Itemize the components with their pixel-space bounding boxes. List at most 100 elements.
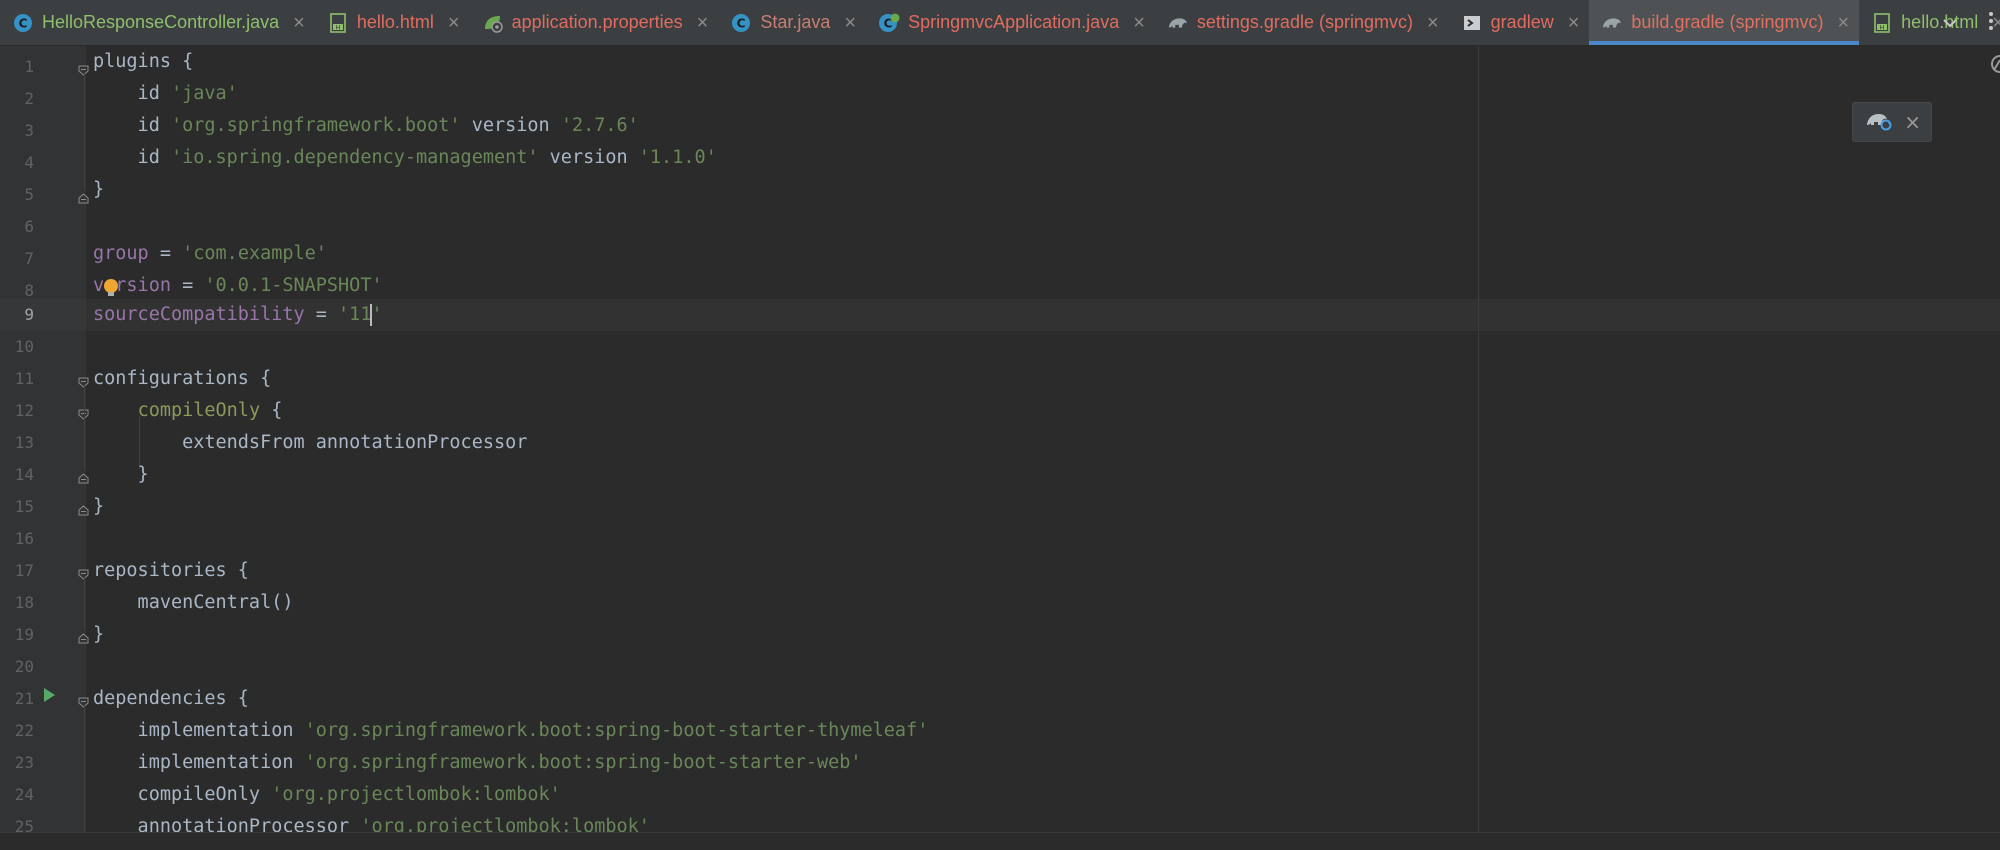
gradle-icon — [1601, 12, 1623, 34]
close-icon[interactable]: × — [1837, 13, 1849, 33]
indent-guide — [84, 384, 85, 469]
code-line: extendsFrom annotationProcessor — [93, 432, 528, 453]
line-number: 23 — [14, 753, 34, 772]
line-number: 7 — [24, 249, 34, 268]
indent-guide — [84, 576, 85, 629]
editor-tab-bar: C HelloResponseController.java × H hello… — [0, 0, 2000, 46]
tab-gradlew[interactable]: gradlew × — [1449, 0, 1590, 45]
tab-more-options[interactable] — [1982, 0, 2000, 45]
tab-label: application.properties — [511, 12, 683, 32]
line-number: 14 — [14, 465, 34, 484]
close-icon[interactable]: × — [1904, 112, 1921, 132]
close-icon[interactable]: × — [844, 13, 856, 33]
code-line: } — [93, 624, 105, 645]
code-line: id 'io.spring.dependency-management' ver… — [93, 147, 717, 168]
no-entry-icon[interactable] — [1988, 54, 2000, 78]
close-icon[interactable]: × — [448, 13, 460, 33]
line-number: 6 — [24, 217, 34, 236]
tab-label: build.gradle (springmvc) — [1631, 12, 1824, 32]
tab-build-gradle[interactable]: build.gradle (springmvc) × — [1589, 0, 1860, 45]
spring-boot-class-icon: C — [878, 12, 900, 34]
svg-text:C: C — [737, 16, 746, 30]
code-editor[interactable]: 1 2 3 4 5 6 7 8 9 10 11 12 13 14 15 16 1… — [0, 46, 2000, 832]
more-vertical-icon — [1988, 10, 1994, 36]
line-number: 22 — [14, 721, 34, 740]
horizontal-scrollbar[interactable] — [0, 832, 2000, 850]
code-line: implementation 'org.springframework.boot… — [93, 752, 862, 773]
code-line: id 'org.springframework.boot' version '2… — [93, 115, 639, 136]
close-icon[interactable]: × — [697, 13, 709, 33]
indent-guide — [84, 704, 85, 832]
line-number: 2 — [24, 89, 34, 108]
close-icon[interactable]: × — [1568, 13, 1580, 33]
fold-icon[interactable] — [78, 693, 89, 708]
code-line: annotationProcessor 'org.projectlombok:l… — [93, 816, 650, 832]
html-file-icon: H — [327, 12, 349, 34]
gradle-reload-popup: × — [1852, 102, 1932, 142]
code-line: repositories { — [93, 560, 249, 581]
fold-icon[interactable] — [78, 61, 89, 76]
svg-text:H: H — [336, 24, 341, 31]
editor-tabs: C HelloResponseController.java × H hello… — [0, 0, 2000, 45]
svg-text:C: C — [19, 16, 28, 30]
fold-icon[interactable] — [78, 189, 89, 204]
code-line: } — [93, 496, 105, 517]
line-number: 3 — [24, 121, 34, 140]
code-line: id 'java' — [93, 83, 238, 104]
close-icon[interactable]: × — [1427, 13, 1439, 33]
code-line: group = 'com.example' — [93, 243, 327, 264]
code-line: dependencies { — [93, 688, 249, 709]
code-line: mavenCentral() — [93, 592, 294, 613]
fold-icon[interactable] — [78, 373, 89, 388]
line-number: 5 — [24, 185, 34, 204]
html-file-icon: H — [1871, 12, 1893, 34]
line-number: 10 — [14, 337, 34, 356]
editor-gutter: 1 2 3 4 5 6 7 8 9 10 11 12 13 14 15 16 1… — [0, 46, 86, 832]
close-icon[interactable]: × — [1133, 13, 1145, 33]
line-number: 13 — [14, 433, 34, 452]
close-icon[interactable]: × — [293, 13, 305, 33]
code-line: version = '0.0.1-SNAPSHOT' — [93, 275, 383, 296]
fold-icon[interactable] — [78, 565, 89, 580]
line-number: 25 — [14, 817, 34, 832]
tab-list-dropdown[interactable] — [1928, 0, 1972, 45]
fold-icon[interactable] — [78, 501, 89, 516]
tab-settings-gradle[interactable]: settings.gradle (springmvc) × — [1155, 0, 1449, 45]
tab-label: settings.gradle (springmvc) — [1196, 12, 1413, 32]
code-line-current: sourceCompatibility = '11' — [93, 304, 383, 326]
line-number: 19 — [14, 625, 34, 644]
line-number: 24 — [14, 785, 34, 804]
code-line: plugins { — [93, 51, 194, 72]
tab-label: gradlew — [1490, 12, 1554, 32]
intention-bulb-icon[interactable] — [102, 278, 120, 302]
tab-springmvc-application[interactable]: C SpringmvcApplication.java × — [866, 0, 1155, 45]
fold-icon[interactable] — [78, 469, 89, 484]
gradle-icon — [1167, 12, 1189, 34]
line-number: 16 — [14, 529, 34, 548]
code-line: } — [93, 464, 149, 485]
code-line: configurations { — [93, 368, 272, 389]
code-line: } — [93, 179, 105, 200]
gradle-reload-icon[interactable] — [1865, 109, 1893, 135]
tab-star-java[interactable]: C Star.java × — [718, 0, 866, 45]
line-number: 18 — [14, 593, 34, 612]
tab-application-properties[interactable]: application.properties × — [470, 0, 719, 45]
tab-hello-response-controller[interactable]: C HelloResponseController.java × — [0, 0, 315, 45]
code-line: compileOnly { — [137, 400, 283, 421]
fold-icon[interactable] — [78, 629, 89, 644]
code-line: compileOnly 'org.projectlombok:lombok' — [93, 784, 561, 805]
indent-guide — [84, 72, 85, 189]
tab-label: SpringmvcApplication.java — [908, 12, 1120, 32]
code-line: implementation 'org.springframework.boot… — [93, 720, 929, 741]
spring-properties-icon — [482, 12, 504, 34]
tab-label: Star.java — [760, 12, 831, 32]
tab-label: HelloResponseController.java — [42, 12, 280, 32]
line-number: 4 — [24, 153, 34, 172]
run-gutter-icon[interactable] — [42, 687, 56, 707]
java-class-icon: C — [730, 12, 752, 34]
line-number: 1 — [24, 57, 34, 76]
svg-text:H: H — [1880, 24, 1885, 31]
java-class-icon: C — [12, 12, 34, 34]
tab-hello-html[interactable]: H hello.html × — [315, 0, 470, 45]
shell-script-icon — [1461, 12, 1483, 34]
